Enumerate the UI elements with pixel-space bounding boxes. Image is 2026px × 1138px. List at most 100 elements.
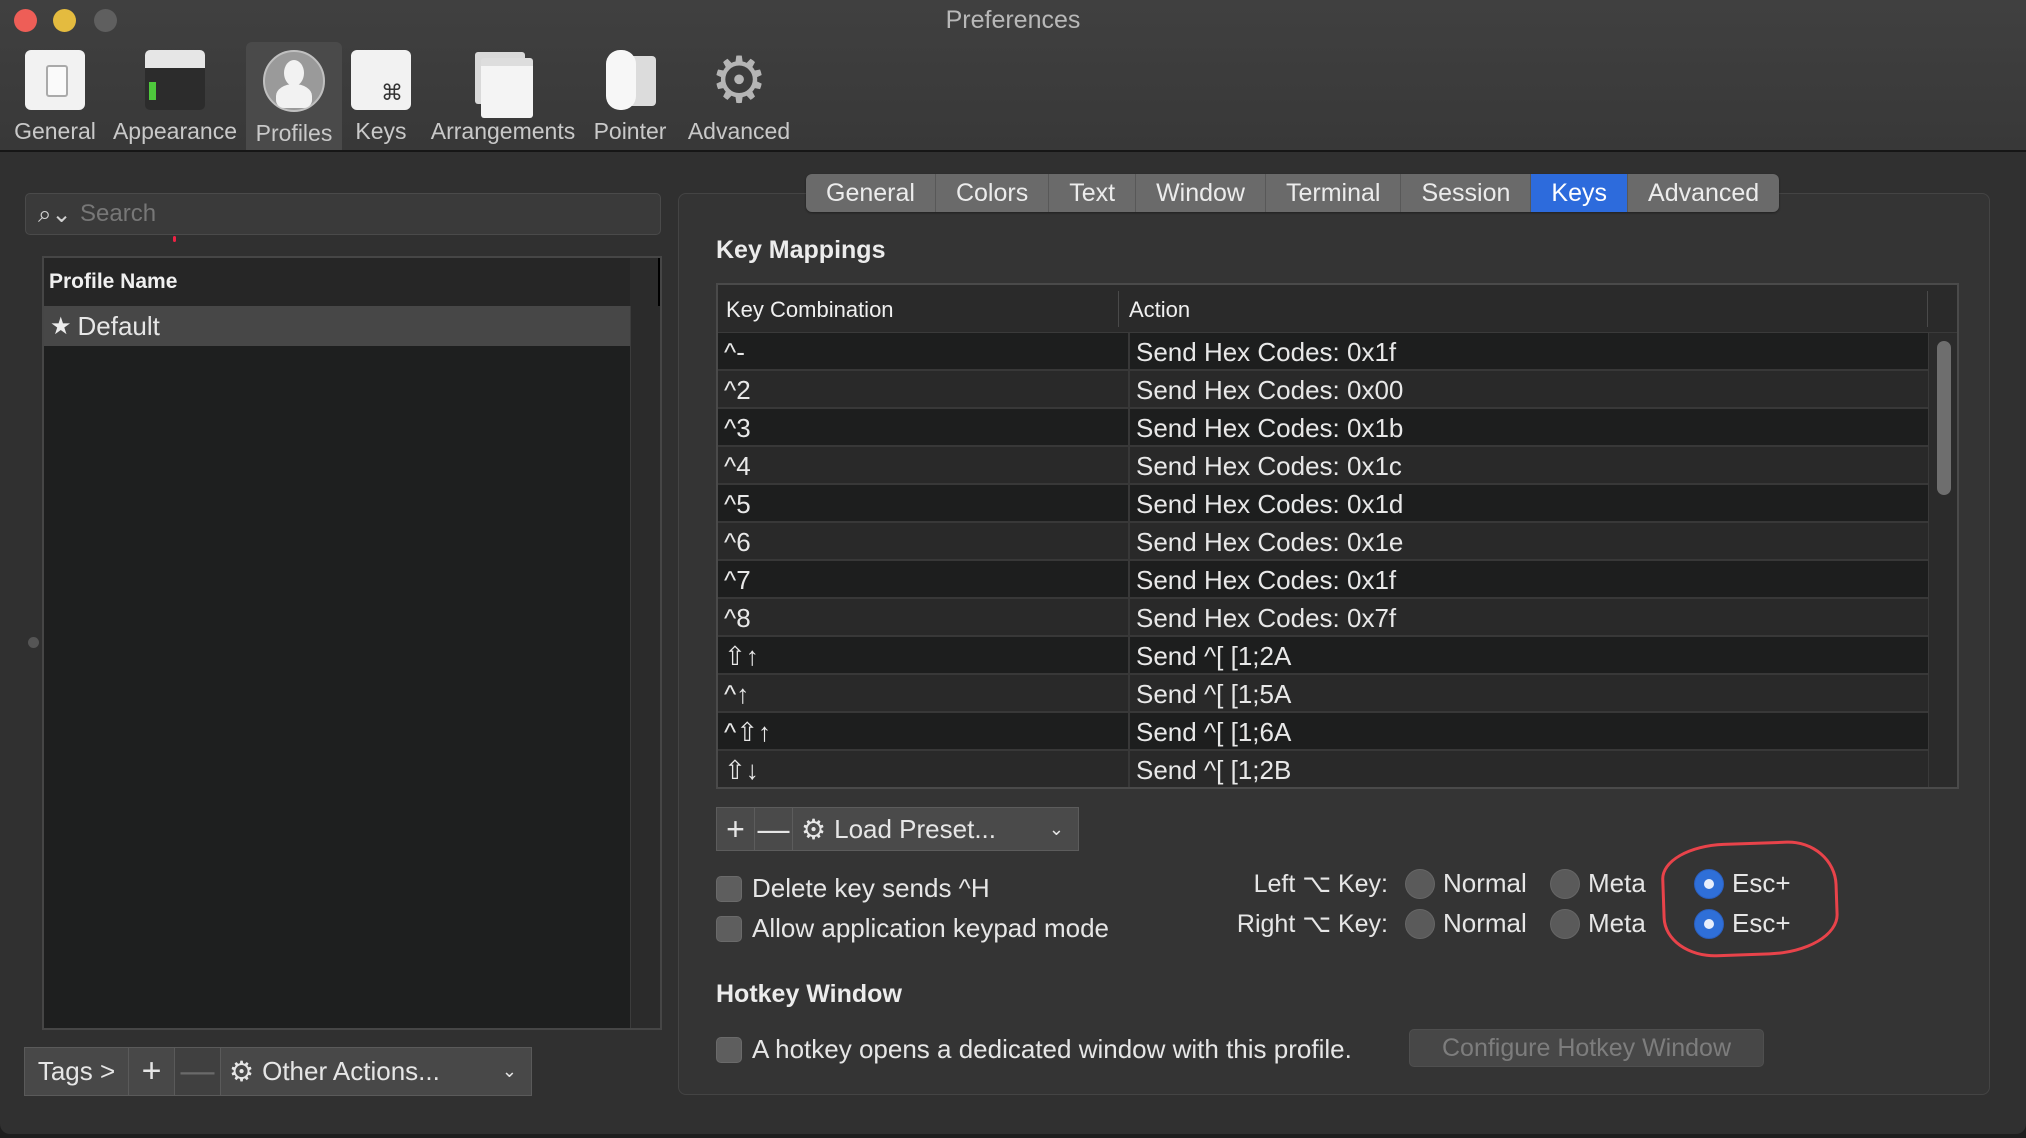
key-mappings-table: Key Combination Action ^- Send Hex Codes:… bbox=[716, 283, 1959, 789]
profile-list-scrollbar[interactable] bbox=[630, 306, 660, 1028]
other-actions-dropdown[interactable]: ⚙ Other Actions... ⌄ bbox=[221, 1048, 531, 1095]
key-mappings-rows: ^- Send Hex Codes: 0x1f ^2 Send Hex Codes: … bbox=[718, 333, 1928, 787]
toolbar-item-general[interactable]: General bbox=[10, 42, 100, 150]
checkbox-label: Delete key sends ^H bbox=[752, 873, 990, 903]
key-combination-cell: ^5 bbox=[724, 489, 751, 519]
key-combination-cell: ^↑ bbox=[724, 679, 750, 709]
key-mapping-row[interactable]: ^2 Send Hex Codes: 0x00 bbox=[718, 371, 1928, 409]
tab-terminal[interactable]: Terminal bbox=[1266, 174, 1402, 212]
right-option-meta-radio[interactable]: Meta bbox=[1550, 908, 1646, 939]
pointer-mouse-icon bbox=[600, 50, 660, 110]
split-view-handle[interactable] bbox=[28, 637, 39, 648]
hotkey-window-option[interactable]: A hotkey opens a dedicated window with t… bbox=[716, 1034, 1352, 1065]
radio-label: Meta bbox=[1588, 868, 1646, 898]
key-combination-cell: ^7 bbox=[724, 565, 751, 595]
tags-button[interactable]: Tags > bbox=[25, 1048, 129, 1095]
left-option-normal-radio[interactable]: Normal bbox=[1405, 868, 1527, 899]
chevron-down-icon: ⌄ bbox=[501, 1061, 517, 1081]
action-cell: Send Hex Codes: 0x1f bbox=[1128, 333, 1396, 371]
arrangements-windows-icon bbox=[473, 50, 533, 118]
toolbar-item-keys[interactable]: ⌘ Keys bbox=[350, 42, 412, 150]
profile-name-column-header[interactable]: Profile Name bbox=[44, 258, 630, 306]
radio-button[interactable] bbox=[1405, 868, 1435, 899]
tab-keys[interactable]: Keys bbox=[1531, 174, 1629, 212]
preferences-window: Preferences General Appearance Profiles … bbox=[0, 0, 2026, 1134]
key-combination-cell: ^- bbox=[724, 337, 745, 367]
toolbar-item-label: Profiles bbox=[255, 120, 333, 146]
toolbar-item-advanced[interactable]: ⚙ Advanced bbox=[684, 42, 794, 150]
delete-sends-ctrl-h-checkbox[interactable] bbox=[716, 875, 742, 902]
right-option-normal-radio[interactable]: Normal bbox=[1405, 908, 1527, 939]
toolbar-item-appearance[interactable]: Appearance bbox=[110, 42, 240, 150]
radio-label: Normal bbox=[1443, 868, 1527, 898]
scrollbar-thumb[interactable] bbox=[1937, 341, 1951, 495]
chevron-down-icon: ⌄ bbox=[1048, 818, 1064, 839]
action-cell: Send Hex Codes: 0x7f bbox=[1128, 599, 1396, 637]
key-combination-cell: ^3 bbox=[724, 413, 751, 443]
key-mapping-row[interactable]: ^↑ Send ^[ [1;5A bbox=[718, 675, 1928, 713]
key-combination-cell: ^2 bbox=[724, 375, 751, 405]
tab-session[interactable]: Session bbox=[1401, 174, 1532, 212]
toolbar-item-profiles[interactable]: Profiles bbox=[246, 42, 342, 150]
key-mapping-row[interactable]: ^5 Send Hex Codes: 0x1d bbox=[718, 485, 1928, 523]
configure-hotkey-window-button[interactable]: Configure Hotkey Window bbox=[1409, 1029, 1764, 1067]
tab-text[interactable]: Text bbox=[1049, 174, 1137, 212]
add-key-mapping-button[interactable]: + bbox=[717, 808, 755, 850]
app-keypad-mode-checkbox[interactable] bbox=[716, 915, 742, 942]
appearance-terminal-icon bbox=[145, 50, 205, 110]
toolbar-item-label: Advanced bbox=[687, 118, 791, 144]
radio-button[interactable] bbox=[1550, 908, 1580, 939]
action-column-header[interactable]: Action bbox=[1129, 297, 1190, 323]
toolbar-item-label: General bbox=[14, 118, 96, 144]
delete-sends-ctrl-h-option[interactable]: Delete key sends ^H bbox=[716, 873, 990, 904]
checkbox-label: A hotkey opens a dedicated window with t… bbox=[752, 1034, 1352, 1064]
gear-icon: ⚙ bbox=[801, 813, 827, 845]
key-combination-column-header[interactable]: Key Combination bbox=[726, 297, 894, 323]
profile-row-default[interactable]: ★ Default bbox=[44, 306, 630, 346]
key-mapping-row[interactable]: ⇧↓ Send ^[ [1;2B bbox=[718, 751, 1928, 787]
hotkey-window-checkbox[interactable] bbox=[716, 1036, 742, 1063]
toolbar-item-pointer[interactable]: Pointer bbox=[590, 42, 670, 150]
app-keypad-mode-option[interactable]: Allow application keypad mode bbox=[716, 913, 1109, 944]
tab-colors[interactable]: Colors bbox=[936, 174, 1050, 212]
cursor-marker bbox=[173, 236, 176, 242]
action-cell: Send Hex Codes: 0x1f bbox=[1128, 561, 1396, 599]
action-cell: Send Hex Codes: 0x1e bbox=[1128, 523, 1403, 561]
key-mapping-row[interactable]: ^⇧↑ Send ^[ [1;6A bbox=[718, 713, 1928, 751]
remove-key-mapping-button[interactable]: — bbox=[755, 808, 793, 850]
remove-profile-button[interactable]: — bbox=[175, 1048, 221, 1095]
key-mapping-actions-bar: + — ⚙ Load Preset... ⌄ bbox=[716, 807, 1079, 851]
key-mappings-scrollbar[interactable] bbox=[1928, 333, 1957, 787]
action-cell: Send ^[ [1;5A bbox=[1128, 675, 1291, 713]
profile-search-field[interactable]: ⌕⌄ bbox=[25, 193, 661, 235]
radio-button[interactable] bbox=[1405, 908, 1435, 939]
radio-button[interactable] bbox=[1550, 868, 1580, 899]
key-mapping-row[interactable]: ^6 Send Hex Codes: 0x1e bbox=[718, 523, 1928, 561]
key-combination-cell: ^8 bbox=[724, 603, 751, 633]
checkbox-label: Allow application keypad mode bbox=[752, 913, 1109, 943]
tab-general[interactable]: General bbox=[806, 174, 936, 212]
key-mapping-row[interactable]: ^4 Send Hex Codes: 0x1c bbox=[718, 447, 1928, 485]
key-mapping-row[interactable]: ^7 Send Hex Codes: 0x1f bbox=[718, 561, 1928, 599]
key-combination-cell: ^6 bbox=[724, 527, 751, 557]
search-input[interactable] bbox=[80, 194, 640, 234]
key-mapping-row[interactable]: ^8 Send Hex Codes: 0x7f bbox=[718, 599, 1928, 637]
left-option-meta-radio[interactable]: Meta bbox=[1550, 868, 1646, 899]
key-mapping-row[interactable]: ⇧↑ Send ^[ [1;2A bbox=[718, 637, 1928, 675]
load-preset-dropdown[interactable]: ⚙ Load Preset... ⌄ bbox=[793, 808, 1078, 850]
tab-advanced[interactable]: Advanced bbox=[1628, 174, 1779, 212]
tab-window[interactable]: Window bbox=[1136, 174, 1266, 212]
toolbar: Preferences General Appearance Profiles … bbox=[0, 0, 2026, 152]
radio-label: Meta bbox=[1588, 908, 1646, 938]
key-combination-cell: ^⇧↑ bbox=[724, 717, 771, 747]
key-mapping-row[interactable]: ^- Send Hex Codes: 0x1f bbox=[718, 333, 1928, 371]
other-actions-label: Other Actions... bbox=[262, 1056, 440, 1086]
key-mapping-row[interactable]: ^3 Send Hex Codes: 0x1b bbox=[718, 409, 1928, 447]
key-combination-cell: ^4 bbox=[724, 451, 751, 481]
toolbar-item-label: Appearance bbox=[112, 118, 238, 144]
toolbar-item-arrangements[interactable]: Arrangements bbox=[428, 42, 578, 150]
add-profile-button[interactable]: + bbox=[129, 1048, 175, 1095]
red-highlight-annotation bbox=[1660, 838, 1840, 960]
profile-name: Default bbox=[77, 310, 160, 341]
right-option-key-label: Right ⌥ Key: bbox=[1236, 910, 1388, 938]
